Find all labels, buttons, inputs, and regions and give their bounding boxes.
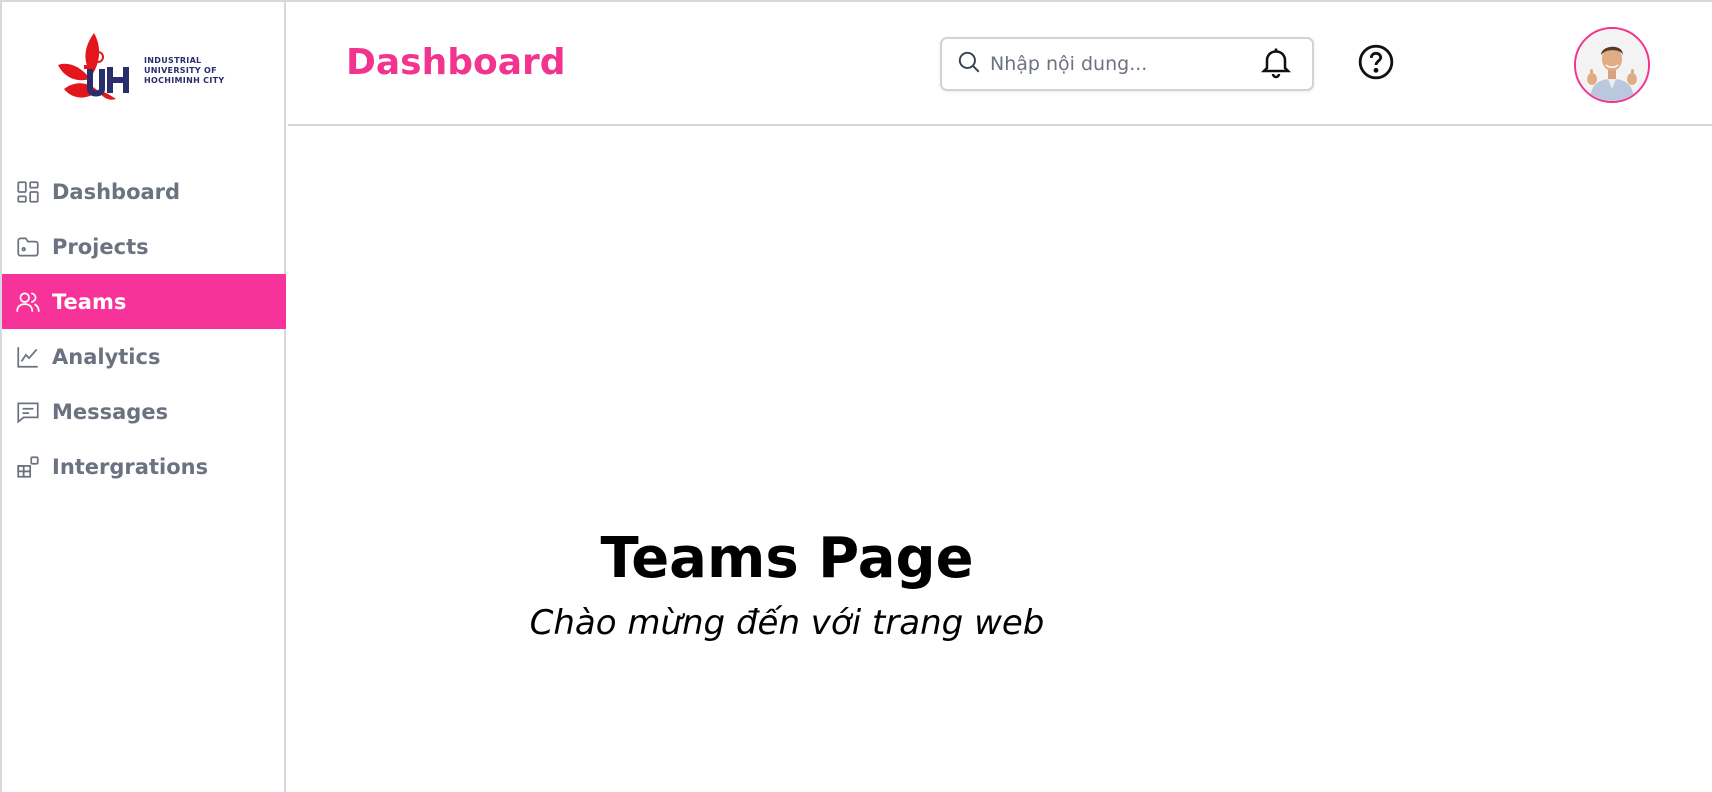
sidebar-nav: Dashboard Projects Teams Analytics Messa… <box>2 164 286 494</box>
logo-line-1: INDUSTRIAL <box>144 56 202 65</box>
chart-line-icon <box>14 343 42 371</box>
sidebar-item-label: Intergrations <box>52 454 209 479</box>
sidebar-item-label: Teams <box>52 289 127 314</box>
logo-mark-icon <box>58 33 129 100</box>
page-heading: Teams Page <box>600 526 974 591</box>
users-icon <box>14 288 42 316</box>
help-button[interactable] <box>1354 42 1398 86</box>
grid-icon <box>14 178 42 206</box>
page-title: Dashboard <box>346 42 566 83</box>
sidebar-item-analytics[interactable]: Analytics <box>2 329 286 384</box>
university-logo[interactable]: INDUSTRIAL UNIVERSITY OF HOCHIMINH CITY <box>54 26 244 108</box>
sidebar-item-dashboard[interactable]: Dashboard <box>2 164 286 219</box>
help-circle-icon <box>1356 42 1396 86</box>
sidebar-item-messages[interactable]: Messages <box>2 384 286 439</box>
bell-icon <box>1258 43 1294 85</box>
message-icon <box>14 398 42 426</box>
logo-line-3: HOCHIMINH CITY <box>144 76 225 85</box>
sidebar: INDUSTRIAL UNIVERSITY OF HOCHIMINH CITY … <box>2 2 286 792</box>
notification-button[interactable] <box>1254 42 1298 86</box>
sidebar-item-label: Projects <box>52 234 149 259</box>
main-content: Teams Page Chào mừng đến với trang web <box>288 128 1712 792</box>
sidebar-item-label: Analytics <box>52 344 161 369</box>
logo-line-2: UNIVERSITY OF <box>144 66 217 75</box>
user-photo-icon <box>1576 29 1648 101</box>
logo-text: INDUSTRIAL UNIVERSITY OF HOCHIMINH CITY <box>144 56 224 86</box>
sidebar-item-intergrations[interactable]: Intergrations <box>2 439 286 494</box>
page-subtitle: Chào mừng đến với trang web <box>529 603 1045 643</box>
sidebar-item-projects[interactable]: Projects <box>2 219 286 274</box>
welcome-block: Teams Page Chào mừng đến với trang web <box>288 526 1712 643</box>
search-icon <box>956 49 982 79</box>
folder-icon <box>14 233 42 261</box>
integrations-icon <box>14 453 42 481</box>
sidebar-item-label: Dashboard <box>52 179 181 204</box>
sidebar-item-teams[interactable]: Teams <box>2 274 286 329</box>
top-header: Dashboard <box>288 2 1712 126</box>
user-avatar[interactable] <box>1574 27 1650 103</box>
sidebar-item-label: Messages <box>52 399 169 424</box>
